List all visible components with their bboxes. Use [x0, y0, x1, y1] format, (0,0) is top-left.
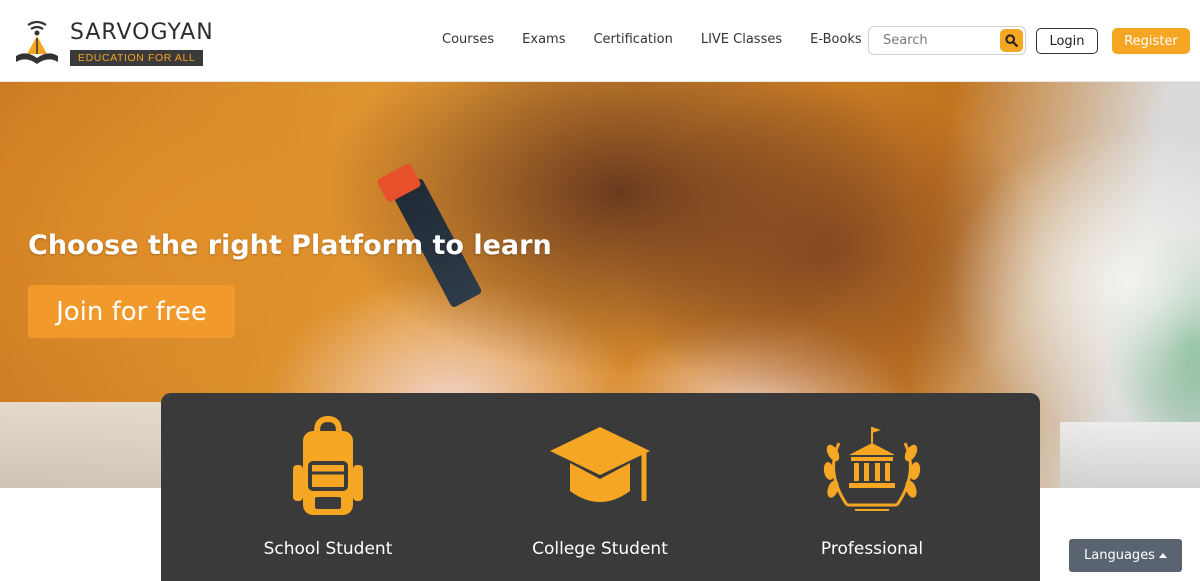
languages-button[interactable]: Languages — [1069, 539, 1182, 572]
main-nav: Courses Exams Certification LIVE Classes… — [442, 32, 890, 47]
nav-live-classes[interactable]: LIVE Classes — [701, 32, 782, 47]
nav-courses[interactable]: Courses — [442, 32, 494, 47]
category-school-student[interactable]: School Student — [198, 393, 458, 581]
languages-label: Languages — [1084, 548, 1155, 563]
brand-name: SARVOGYAN — [70, 20, 214, 45]
search-button[interactable] — [1000, 29, 1023, 52]
category-label: College Student — [532, 539, 668, 559]
category-panel: School Student College Student Professio… — [161, 393, 1040, 581]
nav-exams[interactable]: Exams — [522, 32, 565, 47]
brand-tagline: EDUCATION FOR ALL — [70, 50, 204, 66]
hero-papers-image — [1060, 422, 1200, 488]
register-button[interactable]: Register — [1112, 28, 1190, 54]
login-button[interactable]: Login — [1036, 28, 1098, 54]
graduation-cap-icon — [550, 427, 650, 502]
category-professional[interactable]: Professional — [742, 393, 1002, 581]
search-input[interactable] — [883, 27, 1008, 54]
category-label: Professional — [820, 539, 924, 559]
nav-e-books[interactable]: E-Books — [810, 32, 862, 47]
hero-notebook-image — [0, 402, 170, 488]
hero-title: Choose the right Platform to learn — [28, 230, 552, 261]
join-for-free-button[interactable]: Join for free — [28, 285, 235, 338]
category-label: School Student — [263, 539, 393, 559]
nav-certification[interactable]: Certification — [593, 32, 672, 47]
search-icon — [1005, 34, 1018, 47]
site-header: SARVOGYAN EDUCATION FOR ALL Courses Exam… — [0, 0, 1200, 82]
logo[interactable]: SARVOGYAN EDUCATION FOR ALL — [14, 14, 219, 70]
caret-up-icon — [1158, 553, 1167, 558]
backpack-icon — [293, 415, 363, 515]
category-college-student[interactable]: College Student — [470, 393, 730, 581]
institution-laurel-icon — [823, 427, 921, 511]
search-box — [868, 26, 1026, 55]
lamp-book-icon — [16, 20, 58, 64]
